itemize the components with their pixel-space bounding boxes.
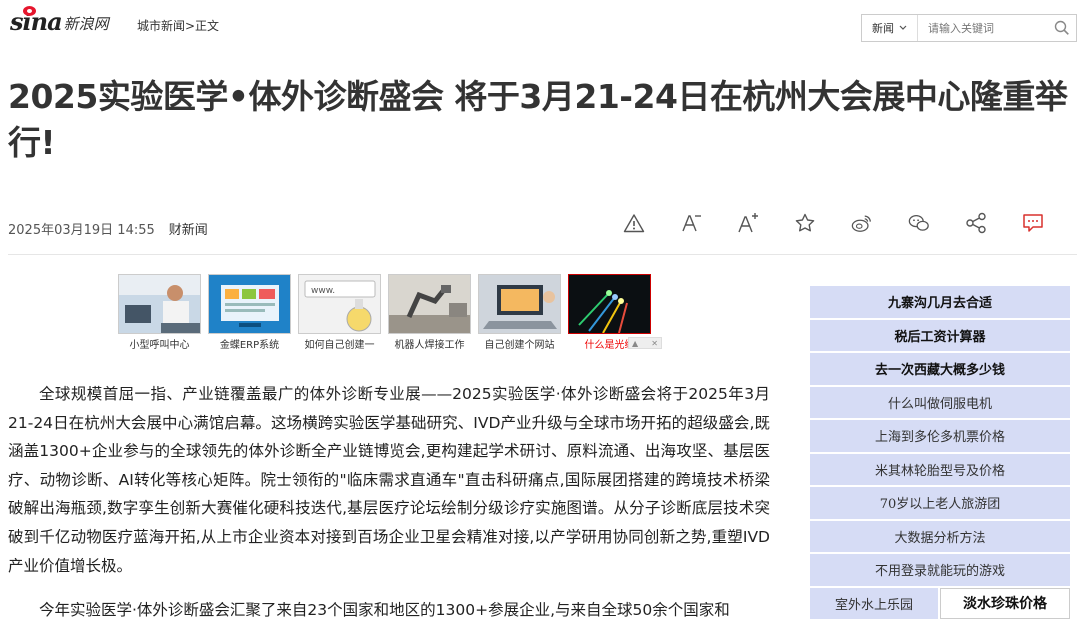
- article-toolbar: [623, 212, 1044, 234]
- sidebar-link[interactable]: 什么叫做伺服电机: [810, 386, 1070, 418]
- svg-text:www.: www.: [311, 286, 335, 296]
- share-icon: [966, 212, 986, 234]
- search-icon: [1054, 20, 1069, 35]
- call-center-icon: [118, 274, 201, 334]
- font-decrease-button[interactable]: [680, 212, 702, 234]
- sidebar-link[interactable]: 九寨沟几月去合适: [810, 286, 1070, 318]
- chevron-down-icon: [899, 25, 907, 30]
- sina-logo[interactable]: sina 新浪网: [10, 6, 109, 36]
- thumb-caption: 小型呼叫中心: [129, 340, 190, 351]
- search-box: 新闻: [861, 14, 1077, 42]
- thumb-item[interactable]: 自己创建个网站: [478, 274, 561, 351]
- sidebar-link[interactable]: 不用登录就能玩的游戏: [810, 554, 1070, 586]
- search-input[interactable]: [918, 16, 1048, 40]
- sina-logo-mark: sina: [10, 6, 63, 36]
- article-datetime: 2025年03月19日 14:55: [8, 223, 155, 238]
- article-body: 全球规模首屈一指、产业链覆盖最广的体外诊断专业展——2025实验医学·体外诊断盛…: [8, 380, 770, 620]
- sidebar-row: 室外水上乐园 淡水珍珠价格: [810, 587, 1070, 619]
- search-category-label: 新闻: [872, 22, 894, 35]
- ad-close-button[interactable]: ▲ ✕: [628, 337, 662, 349]
- article-title: 2025实验医学•体外诊断盛会 将于3月21-24日在杭州大会展中心隆重举行!: [8, 77, 1068, 162]
- favorite-star-icon: [795, 213, 815, 232]
- font-decrease-icon: [682, 215, 701, 232]
- sidebar-link[interactable]: 淡水珍珠价格: [940, 587, 1070, 619]
- search-button[interactable]: [1048, 15, 1076, 41]
- weibo-icon: [851, 215, 871, 232]
- font-increase-button[interactable]: [737, 212, 759, 234]
- robot-arm-icon: [388, 274, 471, 334]
- header-divider: [8, 254, 1077, 255]
- sidebar-link[interactable]: 大数据分析方法: [810, 520, 1070, 552]
- more-share-button[interactable]: [965, 212, 987, 234]
- sidebar-link[interactable]: 70岁以上老人旅游团: [810, 487, 1070, 519]
- article-meta: 2025年03月19日 14:55 财新闻: [8, 219, 208, 238]
- sina-logo-text: 新浪网: [63, 15, 109, 33]
- wechat-share-button[interactable]: [908, 212, 930, 234]
- article-paragraph: 今年实验医学·体外诊断盛会汇聚了来自23个国家和地区的1300+参展企业,与来自…: [39, 601, 730, 620]
- thumb-item[interactable]: 机器人焊接工作: [388, 274, 471, 351]
- erp-icon: [208, 274, 291, 334]
- thumb-item[interactable]: www. 如何自己创建一: [298, 274, 381, 351]
- thumb-item[interactable]: 小型呼叫中心: [118, 274, 201, 351]
- thumb-caption: 金蝶ERP系统: [219, 340, 280, 351]
- article-paragraph: 全球规模首屈一指、产业链覆盖最广的体外诊断专业展——2025实验医学·体外诊断盛…: [8, 385, 770, 575]
- article-source[interactable]: 财新闻: [169, 219, 208, 238]
- top-bar: sina 新浪网 城市新闻>正文 新闻: [0, 0, 1080, 56]
- warning-icon: [623, 214, 645, 233]
- report-button[interactable]: [623, 212, 645, 234]
- thumb-caption: 自己创建个网站: [484, 340, 555, 351]
- ad-image-strip: 小型呼叫中心 金蝶ERP系统 www. 如何自己创建一 机器人焊接工作 自己创建…: [118, 274, 651, 351]
- font-increase-icon: [738, 213, 758, 233]
- ad-label-icon: ▲: [632, 338, 639, 348]
- thumb-caption: 如何自己创建一: [304, 340, 375, 351]
- sidebar-link[interactable]: 上海到多伦多机票价格: [810, 420, 1070, 452]
- thumb-caption: 机器人焊接工作: [394, 340, 465, 351]
- www-icon: www.: [298, 274, 381, 334]
- wechat-icon: [908, 215, 929, 231]
- comment-icon: [1023, 214, 1043, 232]
- search-category-select[interactable]: 新闻: [862, 15, 918, 41]
- close-icon: ✕: [651, 338, 658, 348]
- thumb-item[interactable]: 金蝶ERP系统: [208, 274, 291, 351]
- sidebar-link[interactable]: 去一次西藏大概多少钱: [810, 353, 1070, 385]
- sidebar-link[interactable]: 税后工资计算器: [810, 319, 1070, 351]
- breadcrumb[interactable]: 城市新闻>正文: [137, 17, 219, 34]
- fiber-optic-icon: [568, 274, 651, 334]
- sidebar-link[interactable]: 米其林轮胎型号及价格: [810, 453, 1070, 485]
- comment-button[interactable]: [1022, 212, 1044, 234]
- weibo-share-button[interactable]: [851, 212, 873, 234]
- related-search-sidebar: 九寨沟几月去合适 税后工资计算器 去一次西藏大概多少钱 什么叫做伺服电机 上海到…: [810, 286, 1070, 619]
- sidebar-link[interactable]: 室外水上乐园: [810, 587, 938, 619]
- favorite-button[interactable]: [794, 212, 816, 234]
- laptop-icon: [478, 274, 561, 334]
